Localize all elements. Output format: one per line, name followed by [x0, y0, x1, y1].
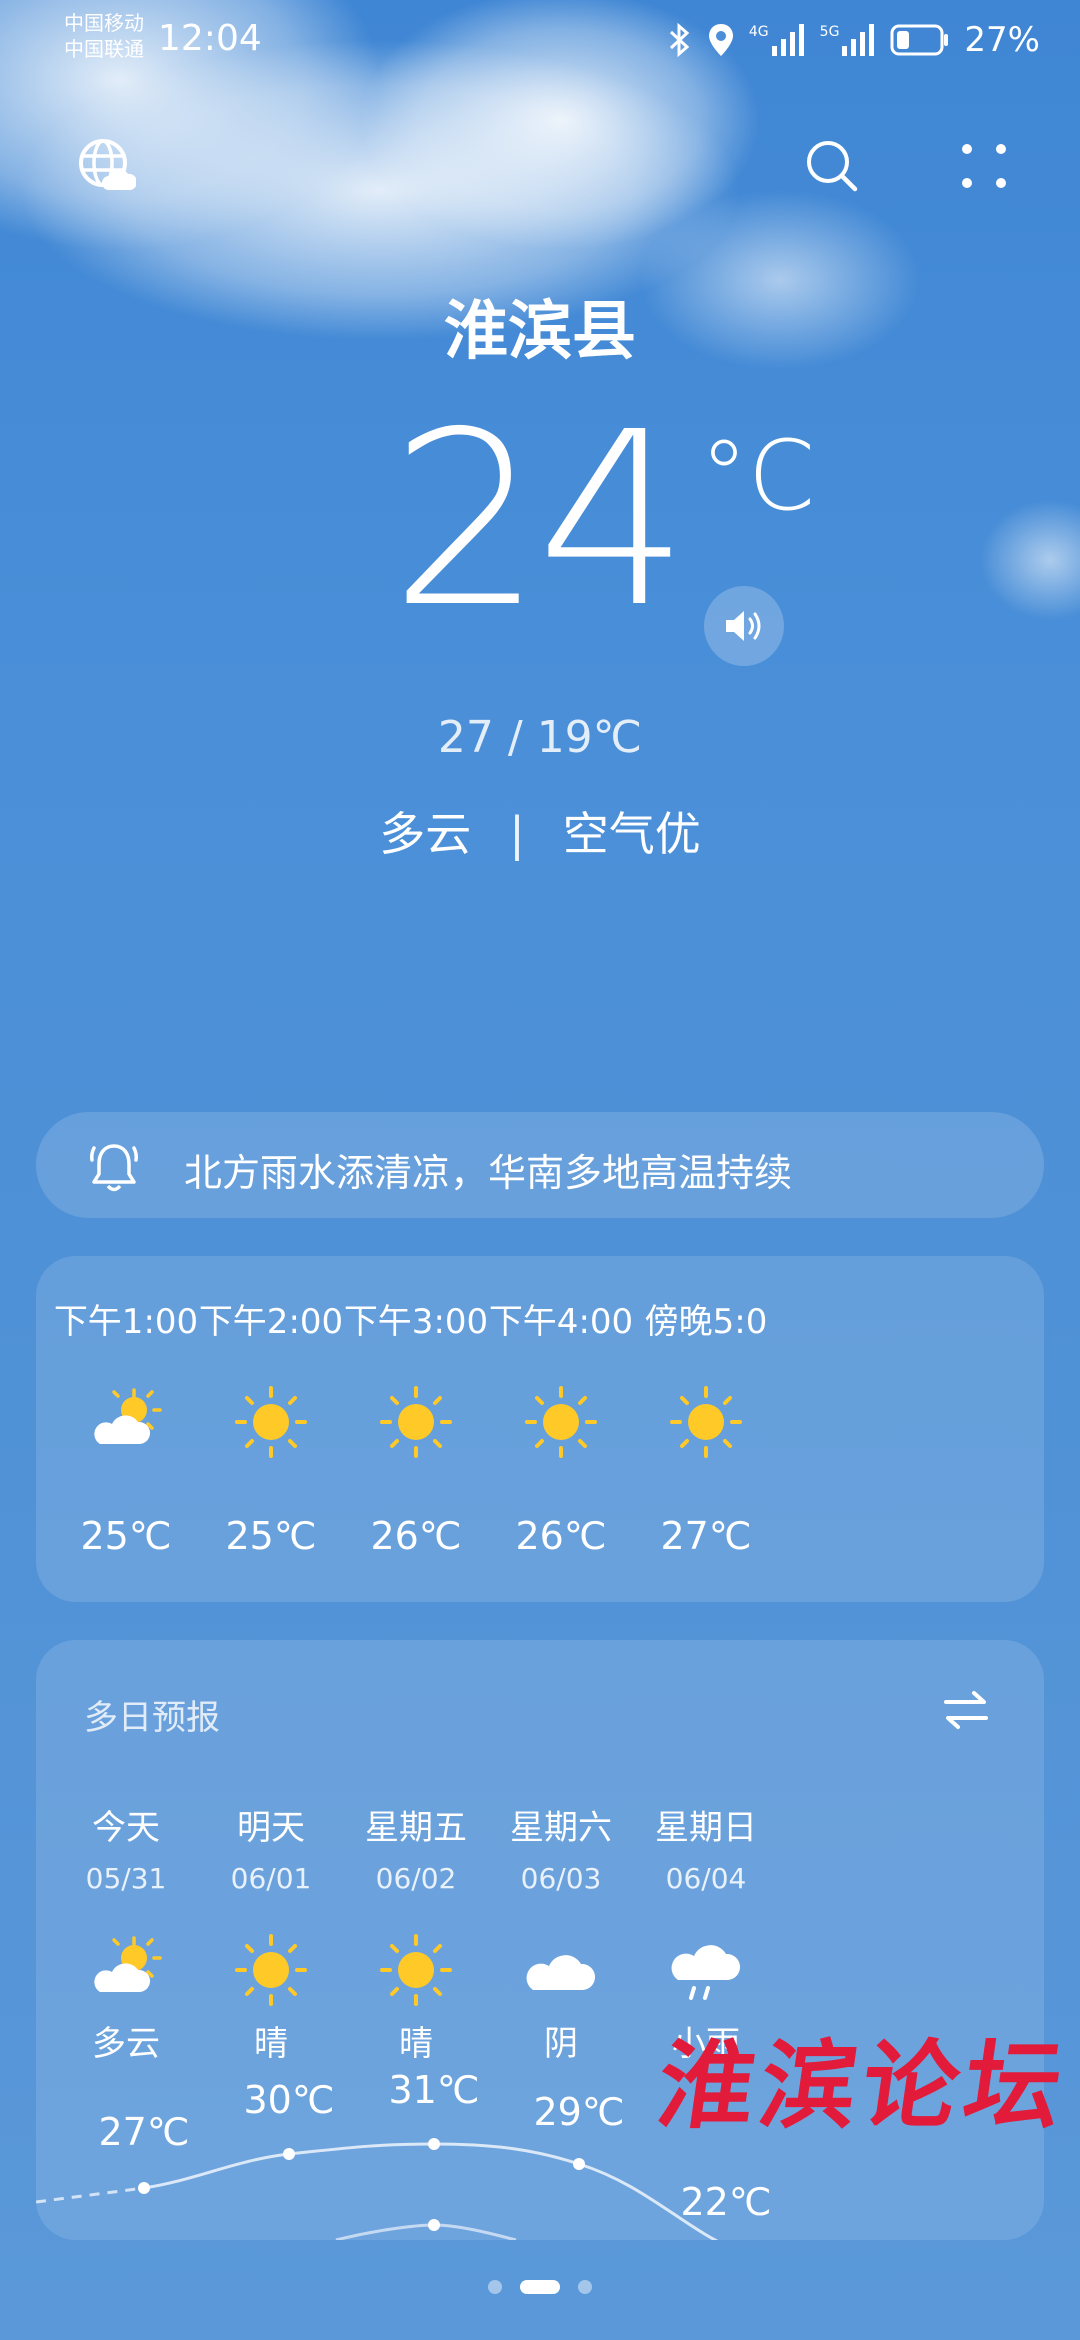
current-temperature: 24 — [390, 380, 689, 660]
globe-cloud-icon — [79, 139, 136, 190]
signal-bars-icon — [771, 24, 804, 56]
more-dots-icon — [962, 144, 1006, 188]
hour-time: 傍晚5:0 — [644, 1302, 768, 1342]
voice-broadcast-button[interactable] — [704, 586, 784, 666]
trend-point — [428, 2219, 440, 2231]
daily-forecast-card[interactable]: 多日预报 今天 05/31 多云 明天 06/01 晴 星期五 06/02 晴 … — [36, 1640, 1044, 2240]
air-quality[interactable]: 空气优 — [563, 807, 701, 861]
trend-point — [283, 2148, 295, 2160]
search-icon — [807, 141, 858, 192]
trend-point — [573, 2158, 585, 2170]
forum-watermark: 淮滨论坛 — [650, 2029, 1075, 2142]
sunny-icon — [380, 1386, 452, 1458]
signal-bars-icon — [842, 24, 875, 56]
high-low-temperature: 27 / 19℃ — [437, 712, 643, 763]
network-1-label: 4G — [748, 24, 769, 40]
battery-icon — [890, 24, 949, 56]
location-icon — [708, 24, 733, 56]
weather-condition: 多云 — [379, 807, 472, 861]
carrier-2: 中国联通 — [64, 37, 144, 61]
condition-separator: | — [509, 807, 525, 861]
carrier-labels: 中国移动 中国联通 — [64, 10, 144, 62]
day-high-temp: 22℃ — [680, 2180, 772, 2224]
day-high-temp: 29℃ — [533, 2090, 625, 2134]
trend-point — [428, 2138, 440, 2150]
hourly-forecast-card[interactable]: 下午1:00 25℃ 下午2:00 25℃ 下午3:00 26℃ 下午4:00 … — [36, 1256, 1044, 1602]
status-bar: 中国移动 中国联通 12:04 4G 5G 27% — [0, 0, 1080, 84]
weather-news-banner[interactable]: 北方雨水添清凉，华南多地高温持续 — [36, 1112, 1044, 1218]
signal-5g: 5G — [820, 24, 877, 56]
hour-temp: 27℃ — [660, 1514, 752, 1558]
day-high-temp: 30℃ — [243, 2078, 335, 2122]
trend-point — [138, 2182, 150, 2194]
city-name[interactable]: 淮滨县 — [0, 280, 1080, 372]
status-time: 12:04 — [158, 18, 262, 59]
day-high-temp: 31℃ — [388, 2068, 480, 2112]
page-dot[interactable] — [578, 2280, 592, 2294]
manage-cities-button[interactable] — [74, 134, 138, 198]
low-temp-trend-line — [335, 2223, 517, 2240]
day-high-temp: 27℃ — [98, 2110, 190, 2154]
sunny-icon — [525, 1386, 597, 1458]
page-indicator[interactable] — [0, 2280, 1080, 2294]
condition-line: 多云 | 空气优 — [0, 798, 1080, 864]
page-dot[interactable] — [488, 2280, 502, 2294]
sunny-icon — [670, 1386, 742, 1458]
page-dot-active[interactable] — [520, 2280, 560, 2294]
status-icons: 4G 5G 27% — [667, 18, 1040, 62]
more-menu-button[interactable] — [952, 134, 1016, 198]
alarm-bell-icon — [90, 1144, 138, 1192]
search-button[interactable] — [800, 134, 864, 198]
partly-cloudy-icon — [92, 1388, 162, 1446]
network-2-label: 5G — [819, 24, 840, 40]
battery-percent: 27% — [964, 20, 1040, 60]
sunny-icon — [235, 1386, 307, 1458]
signal-4g: 4G — [749, 24, 806, 56]
bluetooth-icon — [669, 22, 690, 58]
temperature-unit: °C — [700, 420, 816, 532]
speaker-icon — [726, 611, 761, 641]
high-temp-trend-line-lead — [36, 2186, 145, 2204]
banner-text: 北方雨水添清凉，华南多地高温持续 — [184, 1151, 793, 1195]
carrier-1: 中国移动 — [64, 11, 144, 35]
